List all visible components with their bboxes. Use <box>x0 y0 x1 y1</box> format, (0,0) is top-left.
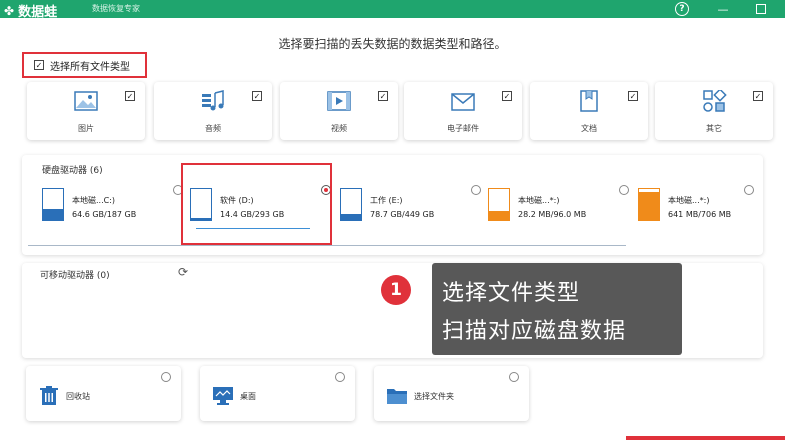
page-subtitle: 选择要扫描的丢失数据的数据类型和路径。 <box>278 37 507 51</box>
drive-item[interactable]: 本地磁...C:) 64.6 GB/187 GB <box>42 182 187 237</box>
image-icon <box>74 91 98 111</box>
file-type-label: 文档 <box>581 124 597 133</box>
checkbox-icon: ✓ <box>125 91 135 101</box>
checkbox-icon: ✓ <box>753 91 763 101</box>
divider <box>28 245 626 246</box>
other-icon <box>703 90 727 112</box>
disk-icon <box>340 188 362 221</box>
location-radio[interactable] <box>509 372 519 382</box>
checkbox-icon: ✓ <box>378 91 388 101</box>
location-card-desktop[interactable]: 桌面 <box>200 366 355 421</box>
location-label: 桌面 <box>240 392 256 401</box>
disk-icon <box>42 188 64 221</box>
app-name: 数据蛙 <box>18 5 58 20</box>
file-type-card-audio[interactable]: ✓ 音频 <box>154 82 272 140</box>
location-card-folder[interactable]: 选择文件夹 <box>374 366 529 421</box>
refresh-icon[interactable]: ⟳ <box>178 265 188 279</box>
checkbox-icon: ✓ <box>34 60 44 70</box>
hard-drive-panel: 硬盘驱动器 (6) 本地磁...C:) 64.6 GB/187 GB 软件 (D… <box>22 155 763 255</box>
drive-radio[interactable] <box>619 185 629 195</box>
recycle-bin-icon <box>40 386 58 405</box>
location-label: 回收站 <box>66 392 90 401</box>
drive-name: 工作 (E:) <box>370 196 403 205</box>
drive-size: 78.7 GB/449 GB <box>370 210 435 219</box>
removable-drive-title: 可移动驱动器 (0) <box>40 271 110 281</box>
drive-size: 64.6 GB/187 GB <box>72 210 137 219</box>
drive-name: 本地磁...*:) <box>518 196 560 205</box>
file-type-card-video[interactable]: ✓ 视频 <box>280 82 398 140</box>
drive-name: 本地磁...C:) <box>72 196 116 205</box>
video-icon <box>327 91 351 111</box>
drive-name: 本地磁...*:) <box>668 196 710 205</box>
highlight-bar <box>626 436 785 440</box>
music-icon <box>202 90 224 111</box>
help-button[interactable]: ? <box>675 2 689 16</box>
file-type-card-document[interactable]: ✓ 文档 <box>530 82 648 140</box>
highlight-box <box>181 163 332 245</box>
checkbox-icon: ✓ <box>502 91 512 101</box>
file-type-label: 音频 <box>205 124 221 133</box>
location-card-recycle-bin[interactable]: 回收站 <box>26 366 181 421</box>
folder-icon <box>387 389 407 404</box>
file-type-label: 图片 <box>78 124 94 133</box>
checkbox-icon: ✓ <box>628 91 638 101</box>
file-type-label: 电子邮件 <box>447 124 479 133</box>
disk-icon <box>488 188 510 221</box>
location-radio[interactable] <box>161 372 171 382</box>
maximize-icon <box>756 4 766 14</box>
annotation-number-badge: 1 <box>381 275 411 305</box>
disk-icon <box>638 188 660 221</box>
location-label: 选择文件夹 <box>414 392 454 401</box>
annotation-line-2: 扫描对应磁盘数据 <box>442 319 627 344</box>
hard-drive-title: 硬盘驱动器 (6) <box>42 166 103 176</box>
annotation-line-1: 选择文件类型 <box>442 281 581 306</box>
mail-icon <box>451 93 475 111</box>
desktop-icon <box>213 387 233 405</box>
document-icon <box>580 90 598 112</box>
drive-item[interactable]: 本地磁...*:) 28.2 MB/96.0 MB <box>488 182 633 237</box>
select-all-label: 选择所有文件类型 <box>50 61 130 73</box>
minimize-button[interactable]: — <box>715 1 731 17</box>
title-bar: ✤ 数据蛙 数据恢复专家 ? — <box>0 0 785 21</box>
checkbox-icon: ✓ <box>252 91 262 101</box>
select-all-checkbox[interactable]: ✓ 选择所有文件类型 <box>22 52 147 78</box>
drive-item[interactable]: 工作 (E:) 78.7 GB/449 GB <box>340 182 485 237</box>
file-type-card-image[interactable]: ✓ 图片 <box>27 82 145 140</box>
file-type-card-email[interactable]: ✓ 电子邮件 <box>404 82 522 140</box>
drive-size: 641 MB/706 MB <box>668 210 732 219</box>
frog-logo-icon: ✤ <box>4 3 15 18</box>
file-type-label: 视频 <box>331 124 347 133</box>
drive-radio[interactable] <box>744 185 754 195</box>
file-type-card-other[interactable]: ✓ 其它 <box>655 82 773 140</box>
drive-radio[interactable] <box>471 185 481 195</box>
annotation-callout: 选择文件类型 扫描对应磁盘数据 <box>432 263 682 355</box>
app-tagline: 数据恢复专家 <box>92 4 140 13</box>
location-radio[interactable] <box>335 372 345 382</box>
file-type-label: 其它 <box>706 124 722 133</box>
app-logo: ✤ 数据蛙 <box>4 1 58 21</box>
drive-size: 28.2 MB/96.0 MB <box>518 210 587 219</box>
drive-item[interactable]: 本地磁...*:) 641 MB/706 MB <box>638 182 758 237</box>
minimize-icon: — <box>717 2 729 16</box>
maximize-button[interactable] <box>753 1 769 17</box>
